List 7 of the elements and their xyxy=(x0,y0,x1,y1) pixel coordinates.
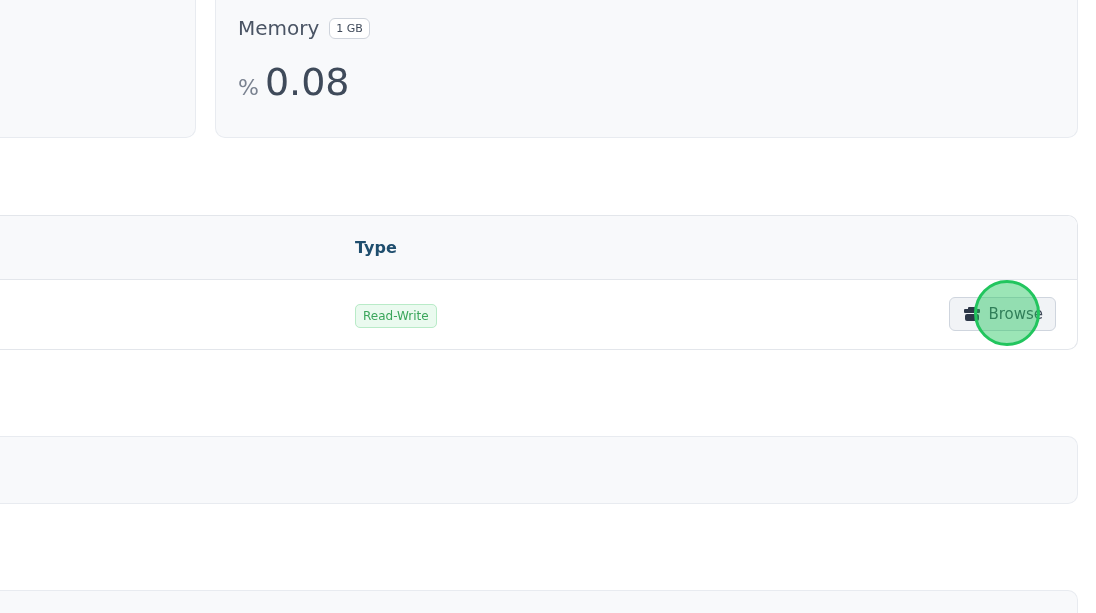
column-header: Type xyxy=(355,238,398,257)
stat-value: 0.08 xyxy=(264,60,350,104)
stat-label: Memory xyxy=(238,16,320,40)
size-badge: 1 GB xyxy=(329,17,370,39)
type-badge: Read-Write xyxy=(355,303,437,328)
box-icon xyxy=(964,307,981,321)
stat-unit: % xyxy=(238,75,259,100)
